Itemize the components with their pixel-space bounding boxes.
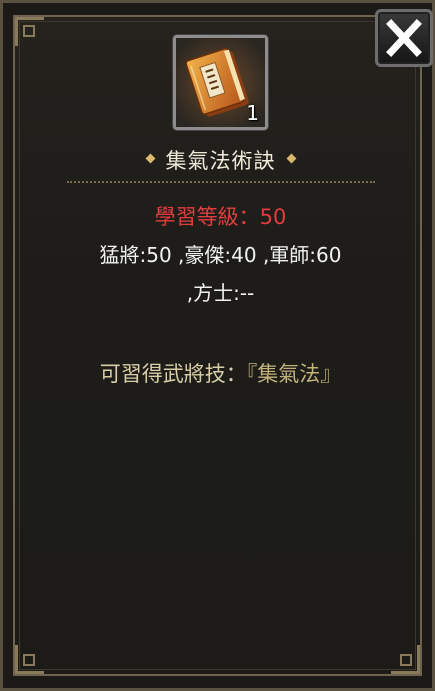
- learnable-skill: 可習得武將技：『集氣法』: [3, 358, 435, 388]
- item-name: 集氣法術訣: [165, 149, 276, 173]
- item-tooltip-panel: 1 集氣法術訣 學習等級：50 猛將:50 ,豪傑:40 ,軍師:60 ,方士:…: [0, 0, 435, 691]
- close-button[interactable]: [375, 9, 433, 67]
- learnable-skill-label: 可習得武將技：: [99, 362, 247, 386]
- item-title-row: 集氣法術訣: [3, 145, 435, 175]
- corner-square-top-left: [23, 25, 35, 37]
- dotted-divider: [67, 181, 375, 183]
- class-requirements-line1: 猛將:50 ,豪傑:40 ,軍師:60: [99, 243, 342, 267]
- corner-square-bottom-right: [400, 654, 412, 666]
- item-count: 1: [246, 101, 259, 125]
- corner-square-bottom-left: [23, 654, 35, 666]
- class-requirements-line2: ,方士:--: [186, 281, 255, 305]
- item-icon-slot[interactable]: 1: [173, 35, 268, 130]
- close-icon: [386, 19, 422, 57]
- required-level: 學習等級：50: [154, 205, 287, 229]
- learnable-skill-name: 『集氣法』: [246, 362, 342, 386]
- diamond-right-icon: [286, 153, 296, 163]
- diamond-left-icon: [145, 153, 155, 163]
